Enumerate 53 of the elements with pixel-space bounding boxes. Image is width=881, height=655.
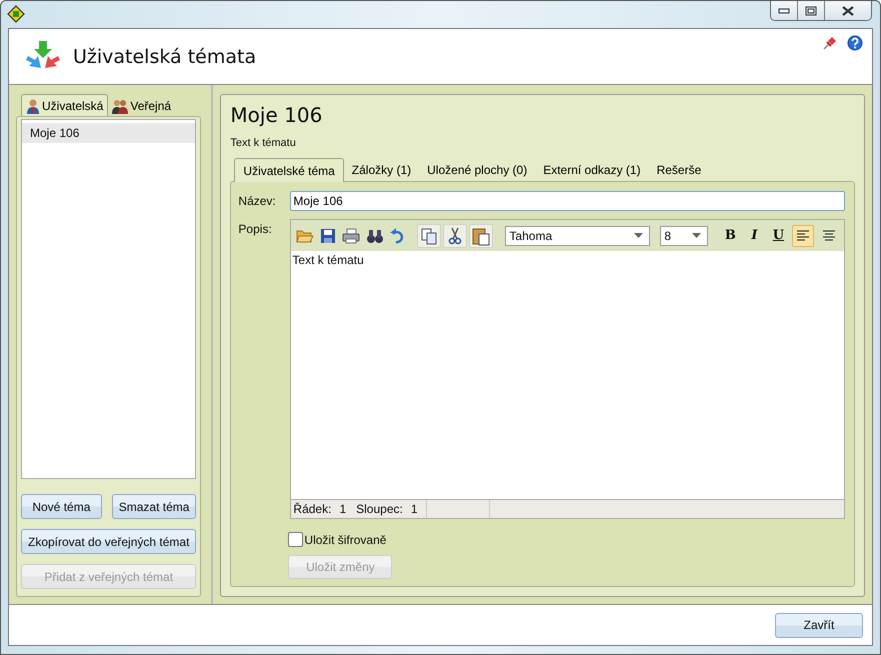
topic-title: Moje 106 [230, 103, 324, 127]
print-icon[interactable] [342, 228, 360, 244]
save-icon[interactable] [320, 228, 336, 244]
status-value: 1 [339, 502, 346, 516]
tab[interactable]: Uložené plochy (0) [419, 159, 536, 181]
format-button[interactable]: I [744, 224, 764, 246]
format-button[interactable]: U [768, 224, 788, 246]
pin-icon[interactable] [822, 35, 838, 51]
tab[interactable]: Záložky (1) [344, 159, 420, 181]
close-dialog-button[interactable]: Zavřít [775, 612, 863, 638]
scissors-icon[interactable] [443, 224, 468, 248]
help-icon[interactable] [847, 35, 863, 51]
editor-text[interactable]: Text k tématu [291, 251, 844, 499]
font-dropdown[interactable]: Tahoma [505, 226, 650, 246]
maximize-icon [805, 6, 817, 16]
field-label: Název: [237, 194, 277, 208]
minimize-icon [778, 8, 790, 14]
copy-icon[interactable] [417, 224, 442, 248]
size-dropdown[interactable]: 8 [660, 226, 708, 246]
close-button[interactable] [825, 1, 871, 20]
action-button[interactable]: Nové téma [21, 494, 102, 519]
clipboard-icon[interactable] [469, 224, 494, 248]
tab[interactable]: Rešerše [648, 159, 710, 181]
dialog-title: Uživatelská témata [73, 46, 256, 68]
topic-subtitle: Text k tématu [230, 137, 297, 149]
align-center-icon [823, 230, 836, 242]
format-button[interactable]: B [720, 224, 740, 246]
caret-icon [634, 233, 644, 238]
tab[interactable]: Externí odkazy (1) [535, 159, 649, 181]
tab[interactable]: Veřejná [108, 96, 176, 116]
people-icon [112, 98, 128, 114]
binoculars-icon[interactable] [366, 228, 384, 244]
status-value: 1 [410, 502, 418, 516]
checkbox[interactable] [288, 532, 304, 547]
close-icon [841, 6, 855, 16]
app-icon [7, 5, 25, 23]
checkbox-label: Uložit šifrovaně [304, 532, 386, 546]
field-label: Popis: [237, 221, 273, 236]
person-icon [26, 98, 40, 114]
name-field[interactable]: Moje 106 [290, 191, 846, 211]
status-label: Sloupec: [356, 502, 403, 516]
action-button[interactable]: Smazat téma [112, 494, 196, 519]
action-button[interactable]: Zkopírovat do veřejných témat [21, 529, 196, 554]
folder-icon[interactable] [296, 228, 314, 244]
tab[interactable]: Uživatelské téma [234, 158, 344, 182]
minimize-button[interactable] [771, 1, 798, 20]
maximize-button[interactable] [798, 1, 825, 20]
list-item[interactable]: Moje 106 [22, 123, 196, 143]
status-label: Řádek: [293, 502, 332, 516]
align-button[interactable] [792, 224, 814, 246]
tab[interactable]: Uživatelská [21, 94, 108, 116]
align-left-icon [797, 230, 810, 242]
caret-icon [692, 233, 702, 238]
